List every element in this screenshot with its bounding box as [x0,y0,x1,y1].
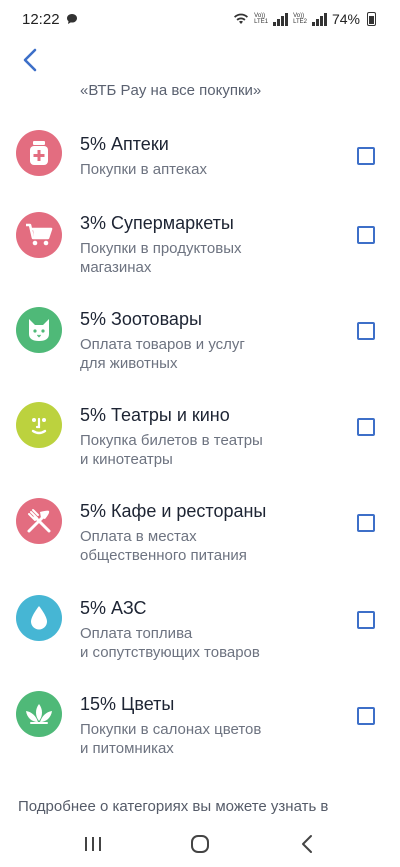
signal-icon [311,12,327,26]
flower-icon [26,704,52,724]
category-subtitle: Покупки в аптеках [80,161,207,178]
back-nav-button[interactable] [287,826,327,862]
cart-icon [26,223,53,246]
category-checkbox[interactable] [357,514,375,532]
status-right: Vo)) LTE1 Vo)) LTE2 74% [233,11,376,27]
category-checkbox[interactable] [357,418,375,436]
system-nav-bar [0,821,400,867]
category-icon-circle [16,498,62,544]
category-icon-circle [16,130,62,176]
signal-icon [273,12,289,26]
category-subtitle: Покупка билетов в театры и кинотеатры [80,432,263,468]
battery-percent: 74% [331,11,360,27]
wifi-icon [234,13,249,24]
category-icon-circle [16,402,62,448]
category-checkbox[interactable] [357,147,375,165]
category-checkbox[interactable] [357,707,375,725]
recent-apps-icon [85,837,102,851]
category-checkbox[interactable] [357,611,375,629]
status-time: 12:22 [22,10,60,28]
message-icon [66,14,77,24]
category-title: 5% Аптеки [80,134,169,154]
footer-info-text: Подробнее о категориях вы можете узнать … [18,798,329,815]
recent-apps-button[interactable] [73,826,113,862]
category-subtitle: Оплата в местах общественного питания [80,528,247,564]
smile-icon [31,417,47,435]
category-title: 5% Зоотовары [80,309,202,329]
category-subtitle: Оплата топлива и сопутствующих товаров [80,625,260,661]
sim1-label: Vo)) LTE1 [254,13,269,25]
category-subtitle: Покупки в продуктовых магазинах [80,240,242,276]
category-subtitle: Покупки в салонах цветов и питомниках [80,721,262,757]
cat-icon [29,319,49,341]
drop-icon [31,606,47,630]
category-title: 5% Кафе и рестораны [80,501,267,521]
home-button[interactable] [180,826,220,862]
category-title: 15% Цветы [80,694,175,714]
category-title: 5% АЗС [80,598,147,618]
category-icon-circle [16,595,62,641]
back-nav-icon [301,835,312,853]
battery-icon [367,12,376,26]
category-checkbox[interactable] [357,226,375,244]
screen: 12:22 Vo)) LTE1 Vo)) LTE2 74% «ВТБ Pay н… [0,0,400,867]
status-left: 12:22 [22,11,78,28]
sim2-label: Vo)) LTE2 [293,13,307,25]
category-icon-circle [16,212,62,258]
home-icon [190,835,209,853]
category-icon-circle [16,691,62,737]
back-button[interactable] [14,44,46,76]
category-title: 3% Супермаркеты [80,213,234,233]
category-title: 5% Театры и кино [80,405,230,425]
status-bar: 12:22 Vo)) LTE1 Vo)) LTE2 74% [0,0,400,38]
category-icon-circle [16,307,62,353]
cutlery-icon [27,509,51,533]
category-checkbox[interactable] [357,322,375,340]
truncated-description: «ВТБ Pay на все покупки» [80,82,262,99]
pharmacy-icon [30,141,48,165]
chevron-left-icon [23,48,37,72]
category-subtitle: Оплата товаров и услуг для животных [80,336,245,372]
